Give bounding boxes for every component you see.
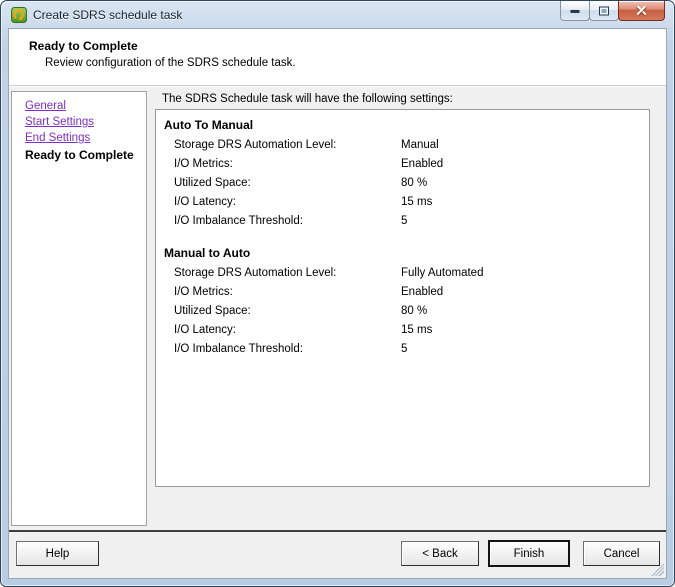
sidebar-item-ready-to-complete: Ready to Complete (25, 147, 146, 163)
page-title: Ready to Complete (9, 29, 666, 53)
setting-value: Enabled (401, 283, 443, 302)
dialog-window: Create SDRS schedule task Ready to Compl… (0, 0, 675, 587)
wizard-steps-panel: General Start Settings End Settings Read… (11, 91, 147, 526)
setting-row: Storage DRS Automation Level: Manual (156, 136, 649, 155)
vsphere-app-icon (11, 7, 27, 23)
setting-row: I/O Metrics: Enabled (156, 155, 649, 174)
minimize-button[interactable] (560, 1, 590, 21)
setting-value: 15 ms (401, 321, 432, 340)
setting-row: Storage DRS Automation Level: Fully Auto… (156, 264, 649, 283)
dialog-client-area: Ready to Complete Review configuration o… (8, 28, 667, 579)
caption-buttons (561, 1, 665, 21)
restore-icon (599, 6, 609, 15)
titlebar[interactable]: Create SDRS schedule task (1, 1, 674, 28)
setting-value: 80 % (401, 174, 427, 193)
setting-label: Storage DRS Automation Level: (174, 267, 336, 279)
close-button[interactable] (618, 1, 665, 21)
setting-label: Utilized Space: (174, 177, 251, 189)
finish-button[interactable]: Finish (488, 540, 570, 567)
setting-label: Storage DRS Automation Level: (174, 139, 336, 151)
sidebar-item-start-settings[interactable]: Start Settings (25, 114, 94, 130)
setting-row: Utilized Space: 80 % (156, 302, 649, 321)
section-auto-to-manual: Auto To Manual Storage DRS Automation Le… (156, 117, 649, 231)
setting-label: Utilized Space: (174, 305, 251, 317)
sidebar-item-general[interactable]: General (25, 98, 66, 114)
resize-grip[interactable] (651, 563, 664, 576)
section-title: Auto To Manual (156, 117, 649, 133)
setting-value: 80 % (401, 302, 427, 321)
restore-button[interactable] (589, 1, 619, 21)
setting-row: I/O Imbalance Threshold: 5 (156, 212, 649, 231)
sidebar-item-end-settings[interactable]: End Settings (25, 130, 90, 146)
cancel-button[interactable]: Cancel (583, 541, 660, 566)
window-title: Create SDRS schedule task (33, 8, 182, 22)
minimize-icon (571, 9, 580, 12)
settings-summary-panel: Auto To Manual Storage DRS Automation Le… (155, 109, 650, 487)
setting-label: I/O Latency: (174, 324, 236, 336)
settings-summary-heading: The SDRS Schedule task will have the fol… (153, 88, 666, 108)
setting-label: I/O Imbalance Threshold: (174, 215, 303, 227)
dialog-footer: Help < Back Finish Cancel (9, 530, 666, 578)
close-icon (636, 5, 647, 16)
setting-row: I/O Metrics: Enabled (156, 283, 649, 302)
setting-row: Utilized Space: 80 % (156, 174, 649, 193)
setting-label: I/O Metrics: (174, 158, 233, 170)
setting-label: I/O Latency: (174, 196, 236, 208)
setting-label: I/O Metrics: (174, 286, 233, 298)
setting-row: I/O Latency: 15 ms (156, 321, 649, 340)
setting-value: 15 ms (401, 193, 432, 212)
setting-value: Manual (401, 136, 439, 155)
help-button[interactable]: Help (16, 541, 99, 566)
back-button[interactable]: < Back (401, 541, 479, 566)
setting-value: Fully Automated (401, 264, 483, 283)
page-subtitle: Review configuration of the SDRS schedul… (9, 53, 666, 69)
setting-row: I/O Latency: 15 ms (156, 193, 649, 212)
setting-value: Enabled (401, 155, 443, 174)
section-manual-to-auto: Manual to Auto Storage DRS Automation Le… (156, 245, 649, 359)
setting-value: 5 (401, 212, 407, 231)
setting-row: I/O Imbalance Threshold: 5 (156, 340, 649, 359)
wizard-body: General Start Settings End Settings Read… (9, 88, 666, 530)
setting-label: I/O Imbalance Threshold: (174, 343, 303, 355)
section-title: Manual to Auto (156, 245, 649, 261)
summary-pane: The SDRS Schedule task will have the fol… (153, 88, 666, 530)
setting-value: 5 (401, 340, 407, 359)
wizard-header: Ready to Complete Review configuration o… (9, 29, 666, 86)
